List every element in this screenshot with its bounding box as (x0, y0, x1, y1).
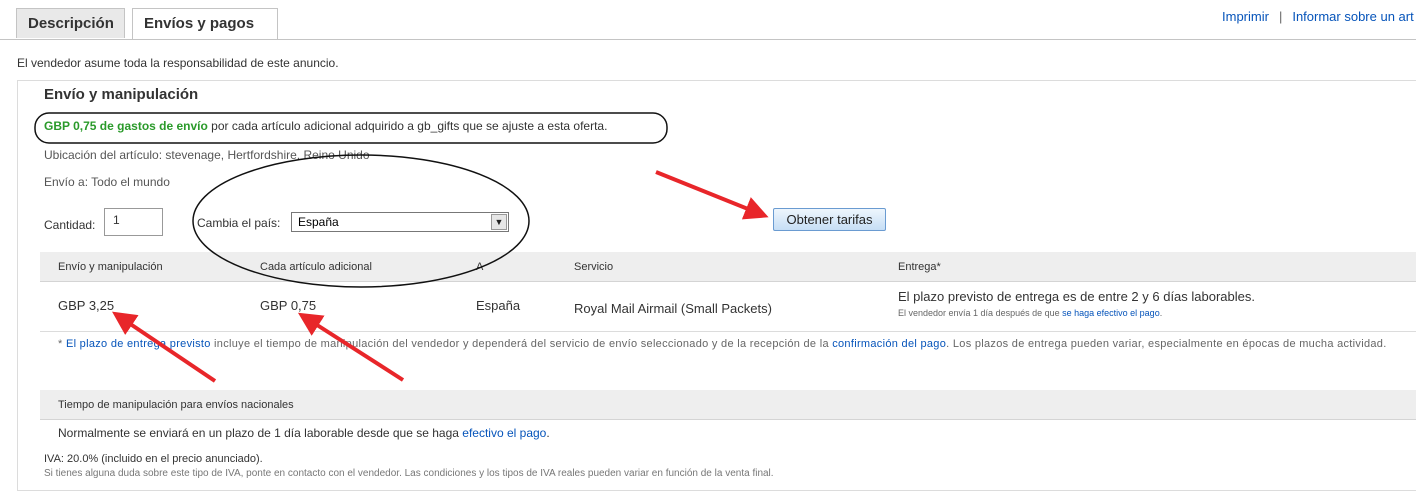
shipping-offer: GBP 0,75 de gastos de envío por cada art… (44, 119, 607, 133)
footnote-text-end: . Los plazos de entrega pueden variar, e… (946, 338, 1387, 350)
country-select[interactable]: España ▼ (291, 212, 509, 232)
footnote-star: * (58, 338, 66, 350)
tab-bar: Descripción Envíos y pagos (16, 6, 1416, 40)
quantity-label: Cantidad: (44, 218, 96, 232)
delivery-note-text: El vendedor envía 1 día después de que (898, 308, 1063, 318)
footnote-text: incluye el tiempo de manipulación del ve… (210, 338, 833, 350)
header-service: Servicio (574, 261, 614, 273)
get-rates-button[interactable]: Obtener tarifas (773, 208, 886, 231)
header-to: A (476, 261, 484, 273)
header-additional: Cada artículo adicional (260, 261, 372, 273)
tab-divider (0, 39, 1416, 40)
handling-header-label: Tiempo de manipulación para envíos nacio… (58, 399, 294, 411)
handling-text-end: . (546, 426, 550, 440)
payment-confirmation-link[interactable]: confirmación del pago (832, 338, 946, 350)
seller-responsibility-text: El vendedor asume toda la responsabilida… (17, 56, 339, 70)
top-links: Imprimir | Informar sobre un art (1222, 9, 1414, 24)
cell-destination: España (476, 298, 521, 313)
header-delivery: Entrega* (898, 261, 941, 273)
payment-effective-link[interactable]: se haga efectivo el pago (1062, 308, 1160, 318)
estimated-delivery-link[interactable]: El plazo de entrega previsto (66, 338, 211, 350)
cell-service: Royal Mail Airmail (Small Packets) (574, 301, 772, 316)
offer-text: por cada artículo adicional adquirido a … (207, 119, 608, 133)
cell-shipping-cost: GBP 3,25 (58, 298, 115, 313)
rates-table-header: Envío y manipulación Cada artículo adici… (40, 252, 1416, 282)
print-link[interactable]: Imprimir (1222, 9, 1269, 24)
offer-highlight: GBP 0,75 de gastos de envío (44, 119, 208, 133)
chevron-down-icon[interactable]: ▼ (491, 214, 507, 230)
payment-link[interactable]: efectivo el pago (462, 426, 546, 440)
delivery-note-end: . (1159, 308, 1163, 318)
link-separator: | (1278, 9, 1283, 24)
country-label: Cambia el país: (197, 216, 281, 230)
tab-description[interactable]: Descripción (16, 8, 125, 38)
report-link[interactable]: Informar sobre un art (1292, 9, 1413, 24)
cell-delivery-note: El vendedor envía 1 día después de que s… (898, 308, 1162, 318)
tab-shipping-payments[interactable]: Envíos y pagos (132, 8, 278, 40)
handling-text-body: Normalmente se enviará en un plazo de 1 … (58, 426, 463, 440)
ships-to: Envío a: Todo el mundo (44, 175, 170, 189)
delivery-footnote: * El plazo de entrega previsto incluye e… (58, 337, 1403, 351)
cell-additional-cost: GBP 0,75 (260, 298, 317, 313)
item-location: Ubicación del artículo: stevenage, Hertf… (44, 148, 370, 162)
cell-delivery: El plazo previsto de entrega es de entre… (898, 289, 1255, 304)
handling-text: Normalmente se enviará en un plazo de 1 … (58, 426, 550, 440)
handling-header: Tiempo de manipulación para envíos nacio… (40, 390, 1416, 420)
quantity-input[interactable]: 1 (104, 208, 163, 236)
country-selected-value: España (298, 215, 339, 229)
row-divider (40, 331, 1416, 332)
header-shipping: Envío y manipulación (58, 261, 163, 273)
section-title: Envío y manipulación (44, 86, 199, 103)
vat-info: IVA: 20.0% (incluido en el precio anunci… (44, 453, 263, 465)
vat-note: Si tienes alguna duda sobre este tipo de… (44, 468, 774, 479)
